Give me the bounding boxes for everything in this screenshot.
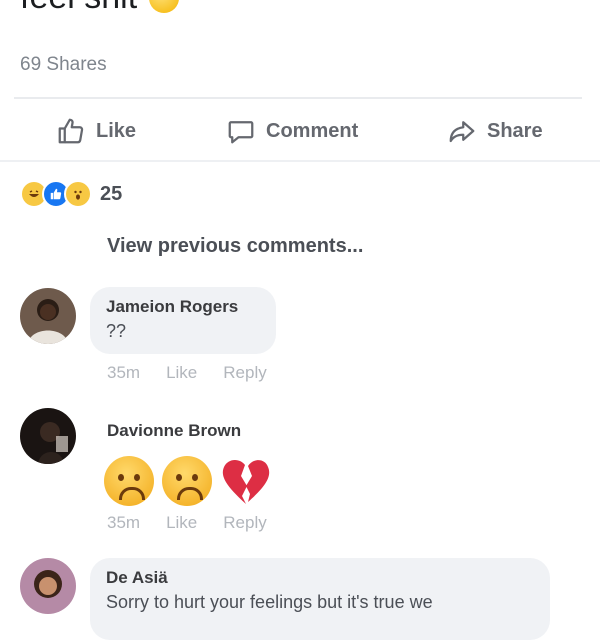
- share-button[interactable]: Share: [447, 116, 543, 146]
- comment-author[interactable]: Jameion Rogers: [106, 297, 260, 317]
- reaction-count: 25: [100, 182, 123, 205]
- comment-meta: 35m Like Reply: [107, 513, 267, 533]
- share-label: Share: [487, 119, 543, 142]
- view-previous-comments-link[interactable]: View previous comments...: [107, 235, 363, 258]
- shares-count[interactable]: 69 Shares: [20, 54, 107, 76]
- thumbs-up-icon: [58, 118, 84, 144]
- comment-like-link[interactable]: Like: [166, 513, 197, 533]
- avatar[interactable]: [20, 408, 76, 464]
- sad-emoji-icon: [149, 0, 180, 13]
- comment-emojis: [104, 456, 272, 506]
- avatar[interactable]: [20, 288, 76, 344]
- broken-heart-icon: [222, 459, 270, 504]
- comment-time: 35m: [107, 513, 141, 532]
- comment-bubble: Jameion Rogers ??: [90, 287, 276, 354]
- sad-face-icon: [162, 456, 212, 506]
- divider: [0, 160, 600, 162]
- action-bar: Like Comment Share: [0, 106, 600, 156]
- comment-label: Comment: [266, 119, 359, 142]
- like-button[interactable]: Like: [56, 116, 136, 146]
- wow-reaction-icon: [64, 180, 92, 208]
- comment-reply-link[interactable]: Reply: [223, 513, 266, 533]
- comment-button[interactable]: Comment: [226, 116, 358, 146]
- post-text-content: feel shit: [20, 0, 137, 17]
- like-label: Like: [96, 119, 137, 142]
- comment-author[interactable]: De Asiä: [106, 568, 534, 588]
- comment-reply-link[interactable]: Reply: [223, 363, 266, 383]
- avatar[interactable]: [20, 558, 76, 614]
- comment-text: Sorry to hurt your feelings but it's tru…: [106, 592, 433, 612]
- comment-author[interactable]: Davionne Brown: [107, 421, 241, 441]
- comment-time: 35m: [107, 363, 141, 382]
- comment-icon: [228, 121, 254, 144]
- reactions-summary[interactable]: 25: [20, 180, 122, 208]
- divider: [14, 97, 582, 99]
- post-text: feel shit: [20, 0, 180, 17]
- sad-face-icon: [104, 456, 154, 506]
- comment-meta: 35m Like Reply: [107, 363, 267, 383]
- share-arrow-icon: [449, 121, 475, 143]
- comment-like-link[interactable]: Like: [166, 363, 197, 383]
- comment-bubble: De Asiä Sorry to hurt your feelings but …: [90, 558, 550, 640]
- comment-text: ??: [106, 321, 127, 341]
